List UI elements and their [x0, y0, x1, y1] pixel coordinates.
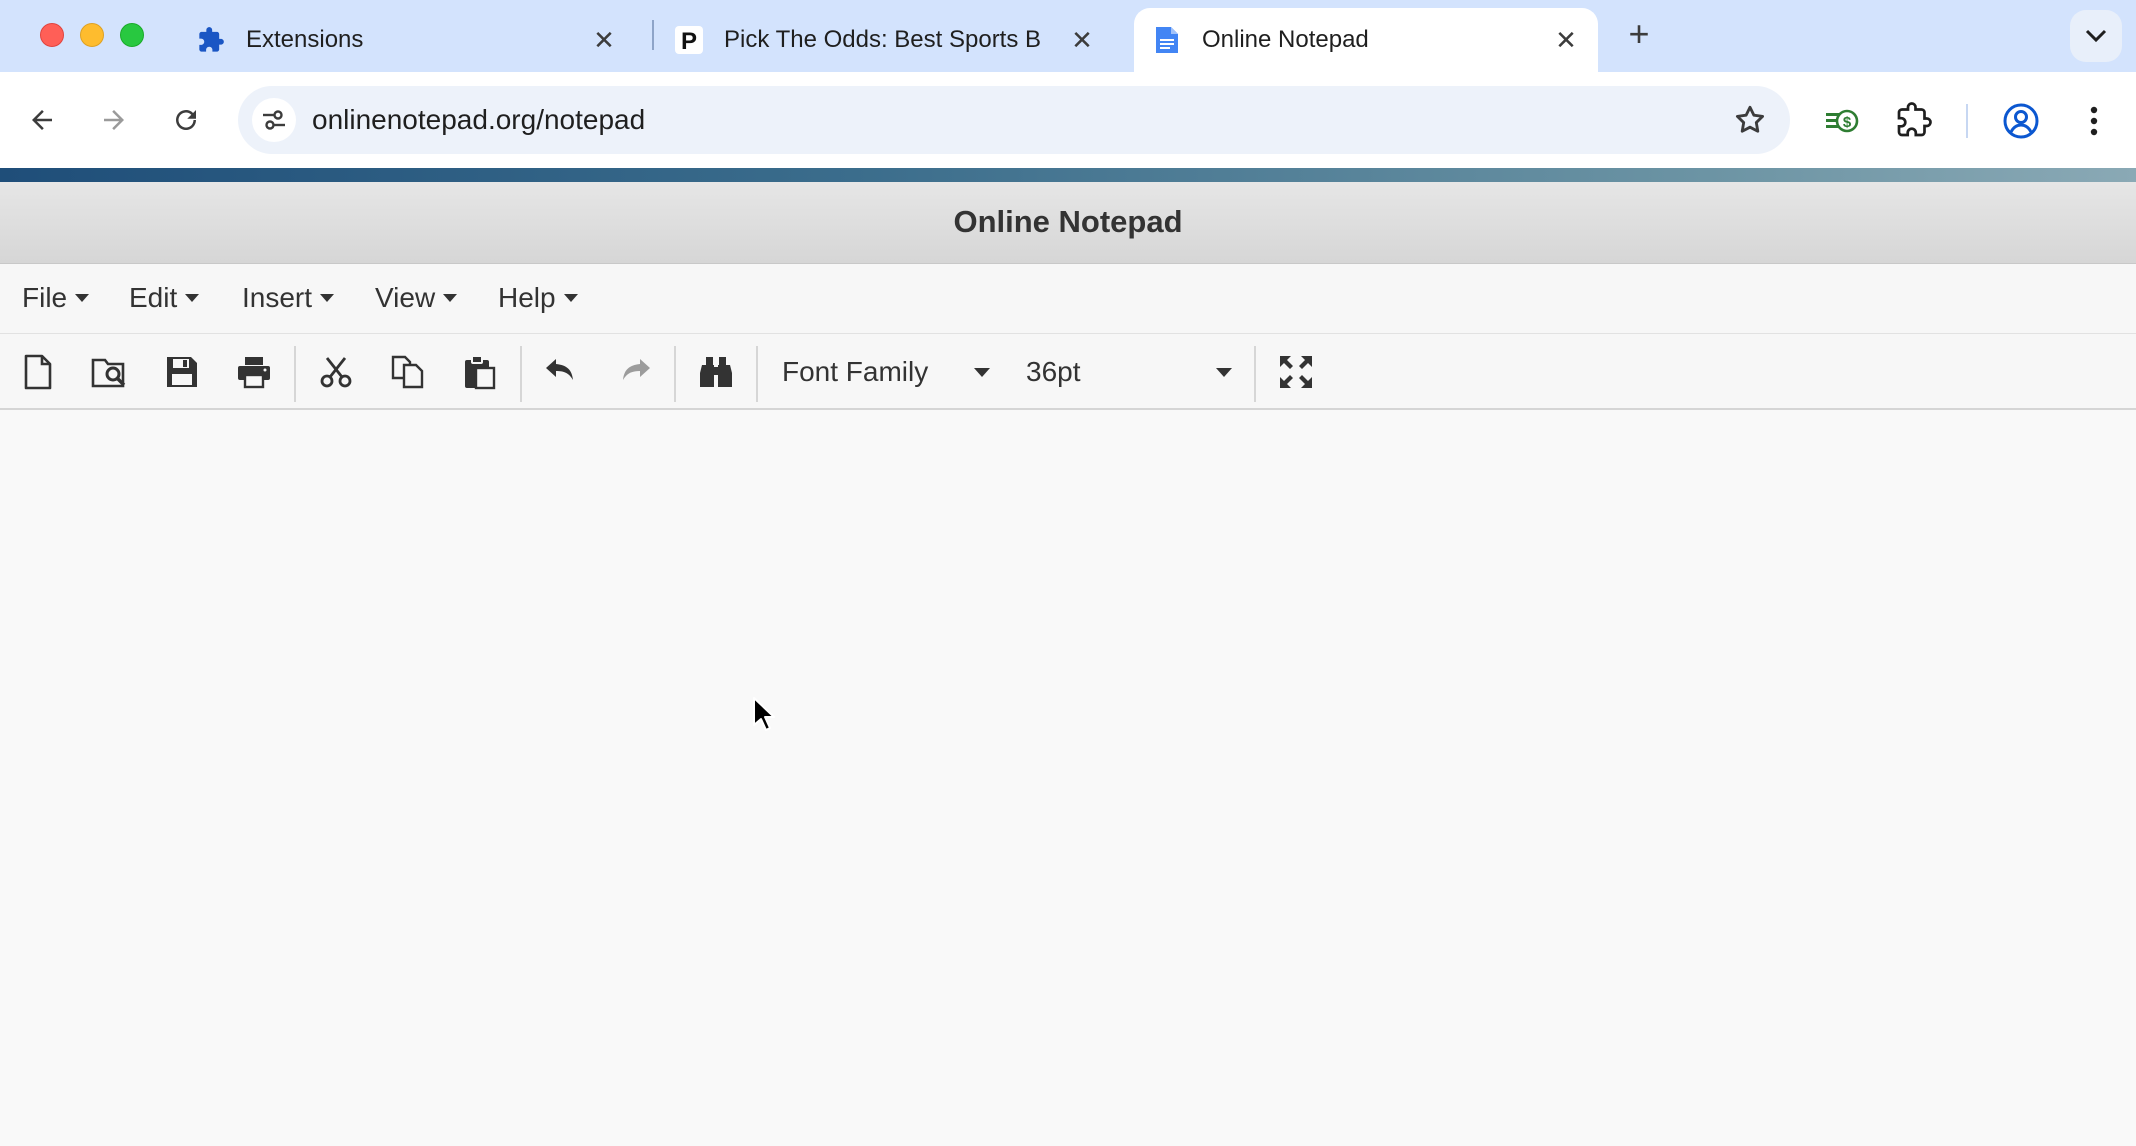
- caret-down-icon: [320, 294, 335, 302]
- new-document-button[interactable]: [18, 352, 58, 392]
- puzzle-icon: [196, 25, 226, 55]
- document-icon: [1152, 25, 1182, 55]
- menu-edit[interactable]: Edit: [129, 282, 200, 314]
- reload-icon: [176, 110, 196, 130]
- copy-button[interactable]: [388, 352, 428, 392]
- tab-separator: [652, 20, 654, 50]
- binoculars-icon: [700, 357, 732, 387]
- minimize-window-button[interactable]: [80, 23, 104, 47]
- new-file-icon: [24, 354, 52, 390]
- toolbar-divider: [520, 346, 522, 402]
- undo-button[interactable]: [540, 352, 580, 392]
- scissors-icon: [320, 357, 352, 388]
- toolbar-divider: [674, 346, 676, 402]
- app-header: Online Notepad: [0, 182, 2136, 264]
- tab-search-button[interactable]: [2070, 10, 2122, 62]
- tab-title: Pick The Odds: Best Sports B: [724, 26, 1042, 53]
- menu-file[interactable]: File: [22, 282, 90, 314]
- back-button[interactable]: [20, 98, 64, 142]
- p-logo-icon: P: [674, 25, 704, 55]
- notepad-editor[interactable]: [0, 410, 2136, 1146]
- menu-label: Help: [498, 282, 556, 313]
- toolbar-separator: [1966, 104, 1968, 138]
- open-search-icon: [91, 358, 126, 388]
- tune-icon: [263, 110, 285, 130]
- menu-label: View: [375, 282, 436, 313]
- redo-button[interactable]: [616, 352, 656, 392]
- font-size-value: 36pt: [1026, 356, 1081, 387]
- caret-down-icon: [443, 294, 458, 302]
- printer-icon: [238, 357, 270, 389]
- font-family-select[interactable]: Font Family: [782, 344, 990, 400]
- tab-title: Online Notepad: [1202, 26, 1369, 53]
- menu-view[interactable]: View: [375, 282, 458, 314]
- find-button[interactable]: [696, 352, 736, 392]
- menu-label: File: [22, 282, 68, 313]
- mouse-pointer-icon: [753, 697, 775, 731]
- caret-down-icon: [75, 294, 90, 302]
- caret-down-icon: [974, 367, 990, 377]
- caret-down-icon: [185, 294, 200, 302]
- profile-avatar-icon[interactable]: [2002, 102, 2040, 145]
- url-text[interactable]: onlinenotepad.org/notepad: [312, 104, 645, 136]
- top-accent-bar: [0, 168, 2136, 182]
- address-bar[interactable]: onlinenotepad.org/notepad: [238, 86, 1790, 154]
- menu-insert[interactable]: Insert: [242, 282, 335, 314]
- caret-down-icon: [563, 294, 578, 302]
- page-title: Online Notepad: [953, 204, 1183, 239]
- web-page: Online Notepad File Edit Insert View Hel…: [0, 168, 2136, 1146]
- maximize-window-button[interactable]: [120, 23, 144, 47]
- tab-extensions[interactable]: Extensions ✕: [196, 8, 636, 72]
- print-button[interactable]: [234, 352, 274, 392]
- tab-online-notepad[interactable]: Online Notepad ✕: [1134, 8, 1598, 72]
- close-window-button[interactable]: [40, 23, 64, 47]
- paste-button[interactable]: [460, 352, 500, 392]
- tab-pick-the-odds[interactable]: P Pick The Odds: Best Sports B ✕: [674, 8, 1114, 72]
- toolbar-divider: [294, 346, 296, 402]
- close-tab-icon[interactable]: ✕: [1070, 27, 1094, 53]
- close-tab-icon[interactable]: ✕: [592, 27, 616, 53]
- tab-strip: Extensions ✕ P Pick The Odds: Best Sport…: [0, 0, 2136, 72]
- toolbar-divider: [1254, 346, 1256, 402]
- toolbar-divider: [756, 346, 758, 402]
- copy-icon: [391, 355, 424, 389]
- editor-toolbar: Font Family 36pt: [0, 334, 2136, 410]
- clipboard-icon: [465, 355, 496, 390]
- money-extension-icon[interactable]: $: [1824, 104, 1860, 143]
- save-button[interactable]: [162, 352, 202, 392]
- undo-arrow-icon: [546, 359, 573, 380]
- menu-bar: File Edit Insert View Help: [0, 264, 2136, 334]
- tab-title: Extensions: [246, 26, 364, 53]
- menu-help[interactable]: Help: [498, 282, 578, 314]
- new-tab-button[interactable]: +: [1622, 16, 1656, 52]
- arrow-right-icon: [104, 110, 124, 130]
- bookmark-star-icon[interactable]: [1732, 102, 1768, 138]
- svg-text:$: $: [1843, 114, 1852, 131]
- site-info-button[interactable]: [252, 98, 296, 142]
- kebab-menu-icon[interactable]: [2082, 102, 2106, 145]
- fullscreen-button[interactable]: [1276, 352, 1316, 392]
- menu-label: Insert: [242, 282, 313, 313]
- caret-down-icon: [1216, 367, 1232, 377]
- close-tab-icon[interactable]: ✕: [1554, 27, 1578, 53]
- menu-label: Edit: [129, 282, 178, 313]
- extensions-puzzle-icon[interactable]: [1896, 102, 1932, 143]
- redo-arrow-icon: [623, 359, 650, 380]
- forward-button[interactable]: [92, 98, 136, 142]
- chevron-down-icon: [2085, 29, 2107, 43]
- svg-text:P: P: [681, 28, 697, 54]
- expand-arrows-icon: [1280, 356, 1312, 388]
- open-file-button[interactable]: [90, 352, 130, 392]
- cut-button[interactable]: [316, 352, 356, 392]
- arrow-left-icon: [32, 110, 52, 130]
- reload-button[interactable]: [164, 98, 208, 142]
- font-size-select[interactable]: 36pt: [1026, 344, 1232, 400]
- floppy-disk-icon: [167, 357, 197, 387]
- font-family-value: Font Family: [782, 356, 929, 387]
- browser-toolbar: onlinenotepad.org/notepad: [0, 72, 2136, 168]
